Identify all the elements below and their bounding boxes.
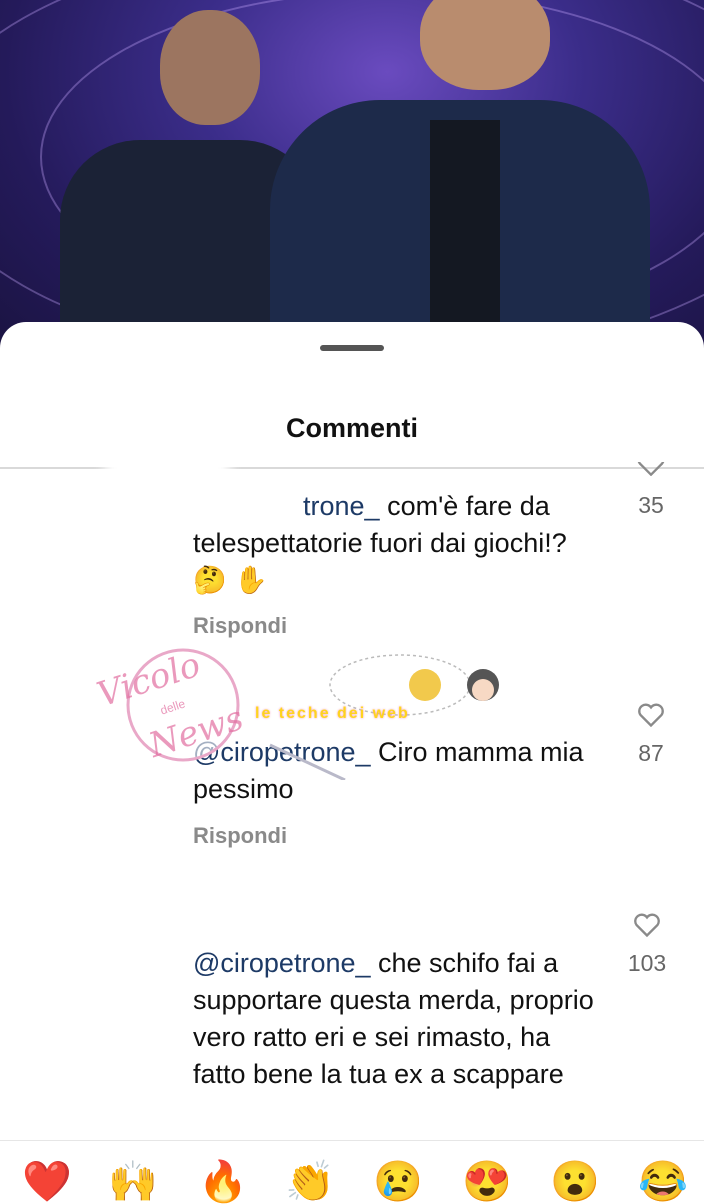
comment-text: @ciropetrone_ che schifo fai a supportar… [193,945,598,1093]
heart-emoji-icon[interactable]: ❤️ [22,1160,72,1204]
surprised-emoji-icon[interactable]: 😮 [550,1160,600,1204]
reply-link[interactable]: Rispondi [193,613,287,639]
like-count: 103 [627,950,667,976]
raised-hands-emoji-icon[interactable]: 🙌 [108,1160,158,1204]
like-count: 35 [638,492,664,518]
reply-link[interactable]: Rispondi [193,823,287,849]
like-heart-icon[interactable] [633,912,661,938]
teche-web-watermark: le teche dei web [250,640,520,782]
like-count: 87 [638,740,664,766]
comments-title: Commenti [285,413,418,443]
watermark-web: le teche dei web [255,705,410,722]
clapping-emoji-icon[interactable]: 👏 [285,1160,335,1204]
like-heart-icon[interactable] [637,702,665,728]
heart-eyes-emoji-icon[interactable]: 😍 [462,1160,512,1204]
crying-emoji-icon[interactable]: 😢 [373,1160,423,1204]
sheet-grabber[interactable] [320,345,384,351]
username-redaction [190,912,450,934]
avatar-redaction [105,452,230,492]
mention-link[interactable]: @ciropetrone_ [193,948,371,978]
vicolo-delle-news-watermark: Vicolo delle News [88,640,258,780]
mention-link[interactable]: trone_ [193,491,380,521]
comment-text: trone_ com'è fare da telespettatorie fuo… [193,488,598,599]
post-photo [0,0,704,360]
fire-emoji-icon[interactable]: 🔥 [198,1160,248,1204]
like-heart-icon[interactable] [637,462,665,476]
laughing-emoji-icon[interactable]: 😂 [638,1160,688,1204]
